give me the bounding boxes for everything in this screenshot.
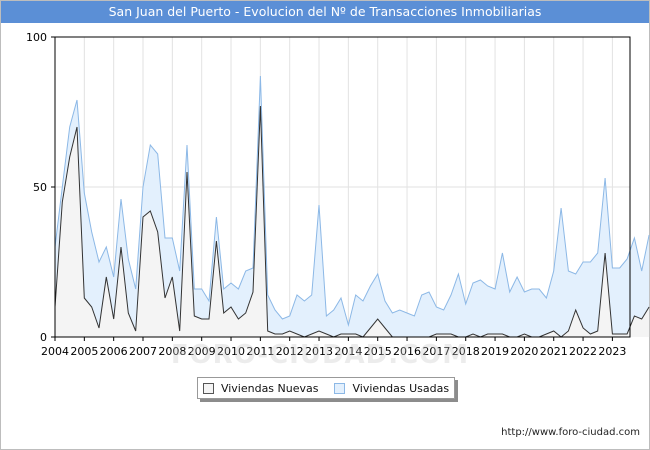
x-tick-label: 2020 [510, 345, 538, 358]
legend-swatch-nuevas [202, 382, 214, 394]
legend: Viviendas Nuevas Viviendas Usadas [197, 377, 455, 399]
x-tick-label: 2022 [569, 345, 597, 358]
source-link[interactable]: http://www.foro-ciudad.com [501, 427, 640, 438]
x-tick-label: 2005 [70, 345, 98, 358]
legend-item-nuevas: Viviendas Nuevas [202, 381, 319, 395]
y-tick-label: 0 [40, 331, 47, 344]
y-tick-label: 100 [26, 31, 47, 44]
x-tick-label: 2006 [100, 345, 128, 358]
legend-label-usadas: Viviendas Usadas [352, 381, 450, 395]
legend-item-usadas: Viviendas Usadas [334, 382, 449, 395]
x-tick-label: 2021 [540, 345, 568, 358]
watermark: FORO-CIUDAD.COM [170, 340, 470, 370]
legend-swatch-usadas [334, 382, 346, 394]
y-axis-ticks: 0 50 100 [26, 31, 55, 344]
x-tick-label: 2023 [598, 345, 626, 358]
legend-label-nuevas: Viviendas Nuevas [220, 381, 319, 395]
y-tick-label: 50 [33, 181, 47, 194]
x-tick-label: 2004 [41, 345, 69, 358]
